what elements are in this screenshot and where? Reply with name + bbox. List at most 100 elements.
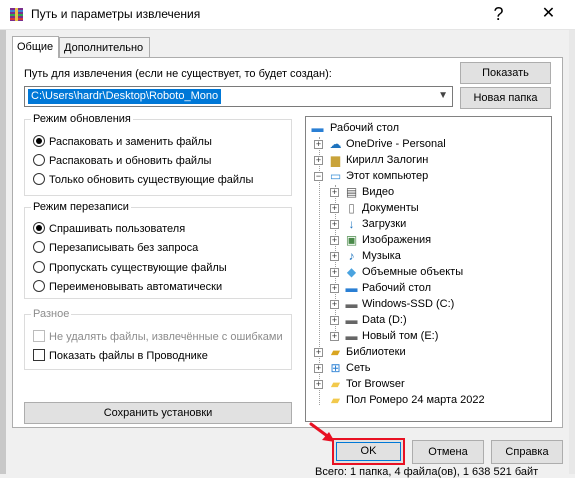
- tab-general[interactable]: Общие: [12, 36, 59, 58]
- expand-icon[interactable]: +: [314, 348, 323, 357]
- expand-icon[interactable]: +: [330, 204, 339, 213]
- tree-node-label: Новый том (E:): [362, 330, 439, 342]
- tree-node-pictures[interactable]: + ▣ Изображения: [330, 232, 550, 248]
- help-button[interactable]: Справка: [491, 440, 563, 464]
- ok-button-label: OK: [336, 442, 401, 461]
- tree-node-label: Этот компьютер: [346, 170, 429, 182]
- expand-icon[interactable]: +: [330, 284, 339, 293]
- expand-icon[interactable]: +: [330, 300, 339, 309]
- video-icon: ▤: [345, 185, 358, 199]
- checkbox[interactable]: [33, 330, 45, 342]
- expand-icon[interactable]: +: [330, 268, 339, 277]
- tree-node-onedrive[interactable]: + ☁ OneDrive - Personal: [314, 136, 550, 152]
- expand-icon[interactable]: +: [314, 364, 323, 373]
- chevron-down-icon[interactable]: ▼: [438, 90, 448, 101]
- ok-button[interactable]: OK: [332, 438, 405, 465]
- tree-node-label: Tor Browser: [346, 378, 405, 390]
- expand-icon[interactable]: +: [330, 236, 339, 245]
- tree-node-tor-browser[interactable]: + ▰ Tor Browser: [314, 376, 550, 392]
- show-button[interactable]: Показать: [460, 62, 551, 84]
- radio[interactable]: [33, 280, 45, 292]
- expand-icon[interactable]: +: [330, 220, 339, 229]
- tree-node-downloads[interactable]: + ↓ Загрузки: [330, 216, 550, 232]
- background-window-edge: [0, 30, 6, 474]
- update-option-replace[interactable]: Распаковать и заменить файлы: [33, 135, 212, 151]
- tree-node-drive-e[interactable]: + ▬ Новый том (E:): [330, 328, 550, 344]
- misc-title: Разное: [31, 308, 72, 320]
- overwrite-option-ask[interactable]: Спрашивать пользователя: [33, 222, 185, 238]
- tree-node-label: Рабочий стол: [330, 122, 400, 134]
- tab-advanced[interactable]: Дополнительно: [59, 37, 150, 58]
- tree-node-3d-objects[interactable]: + ◆ Объемные объекты: [330, 264, 550, 280]
- tree-node-drive-d[interactable]: + ▬ Data (D:): [330, 312, 550, 328]
- tree-node-label: OneDrive - Personal: [346, 138, 446, 150]
- checkbox[interactable]: [33, 349, 45, 361]
- radio[interactable]: [33, 173, 45, 185]
- show-in-explorer-option[interactable]: Показать файлы в Проводнике: [33, 349, 208, 365]
- overwrite-option-rename[interactable]: Переименовывать автоматически: [33, 280, 222, 296]
- expand-icon[interactable]: +: [314, 156, 323, 165]
- tree-node-label: Кирилл Залогин: [346, 154, 429, 166]
- expand-icon[interactable]: +: [330, 188, 339, 197]
- update-option-existing-only[interactable]: Только обновить существующие файлы: [33, 173, 253, 189]
- tree-node-paul-romero[interactable]: ▰ Пол Ромеро 24 марта 2022: [314, 392, 550, 408]
- tree-node-network[interactable]: + ⊞ Сеть: [314, 360, 550, 376]
- tree-node-drive-c[interactable]: + ▬ Windows-SSD (C:): [330, 296, 550, 312]
- tree-node-label: Изображения: [362, 234, 432, 246]
- option-label: Показать файлы в Проводнике: [49, 350, 208, 362]
- tree-node-documents[interactable]: + ▯ Документы: [330, 200, 550, 216]
- expand-icon[interactable]: +: [314, 380, 323, 389]
- user-icon: ▆: [330, 153, 341, 167]
- tree-node-label: Сеть: [346, 362, 371, 374]
- tree-node-pc-desktop[interactable]: + ▬ Рабочий стол: [330, 280, 550, 296]
- help-title-button[interactable]: ?: [476, 0, 521, 30]
- tree-node-this-pc[interactable]: − ▭ Этот компьютер: [314, 168, 550, 184]
- library-icon: ▰: [330, 345, 341, 359]
- expand-icon[interactable]: +: [330, 316, 339, 325]
- update-option-update[interactable]: Распаковать и обновить файлы: [33, 154, 211, 170]
- radio-selected[interactable]: [33, 135, 45, 147]
- save-settings-button[interactable]: Сохранить установки: [24, 402, 292, 424]
- tree-node-desktop[interactable]: ▬ Рабочий стол: [310, 120, 550, 136]
- folder-tree[interactable]: ▬ Рабочий стол + ☁ OneDrive - Personal +…: [305, 116, 552, 422]
- expand-icon[interactable]: +: [314, 140, 323, 149]
- status-bar-text: Всего: 1 папка, 4 файла(ов), 1 638 521 б…: [315, 466, 539, 478]
- extraction-path-value[interactable]: C:\Users\hardr\Desktop\Roboto_Mono: [28, 89, 222, 104]
- tree-node-music[interactable]: + ♪ Музыка: [330, 248, 550, 264]
- pictures-icon: ▣: [345, 233, 358, 247]
- overwrite-mode-group: Режим перезаписи Спрашивать пользователя…: [24, 201, 292, 299]
- radio-selected[interactable]: [33, 222, 45, 234]
- overwrite-option-skip[interactable]: Пропускать существующие файлы: [33, 261, 227, 277]
- cancel-button[interactable]: Отмена: [412, 440, 484, 464]
- winrar-icon: [10, 8, 23, 21]
- expand-icon[interactable]: +: [330, 252, 339, 261]
- radio[interactable]: [33, 241, 45, 253]
- tree-node-label: Объемные объекты: [362, 266, 464, 278]
- computer-icon: ▭: [329, 169, 342, 183]
- folder-icon: ▰: [330, 393, 341, 407]
- option-label: Спрашивать пользователя: [49, 223, 186, 235]
- network-icon: ⊞: [330, 361, 341, 375]
- close-button[interactable]: ✕: [526, 0, 571, 30]
- tree-node-user[interactable]: + ▆ Кирилл Залогин: [314, 152, 550, 168]
- radio[interactable]: [33, 154, 45, 166]
- extraction-path-combobox[interactable]: C:\Users\hardr\Desktop\Roboto_Mono ▼: [24, 86, 453, 107]
- keep-broken-files-option[interactable]: Не удалять файлы, извлечённые с ошибками: [33, 330, 283, 346]
- radio[interactable]: [33, 261, 45, 273]
- option-label: Перезаписывать без запроса: [49, 242, 199, 254]
- overwrite-option-no-prompt[interactable]: Перезаписывать без запроса: [33, 241, 198, 257]
- new-folder-button[interactable]: Новая папка: [460, 87, 551, 109]
- tree-node-label: Библиотеки: [346, 346, 406, 358]
- tree-node-label: Видео: [362, 186, 395, 198]
- tree-node-label: Музыка: [362, 250, 401, 262]
- tree-node-libraries[interactable]: + ▰ Библиотеки: [314, 344, 550, 360]
- drive-icon: ▬: [345, 329, 358, 343]
- window-title: Путь и параметры извлечения: [31, 7, 201, 21]
- update-mode-group: Режим обновления Распаковать и заменить …: [24, 113, 292, 196]
- collapse-icon[interactable]: −: [314, 172, 323, 181]
- option-label: Не удалять файлы, извлечённые с ошибками: [49, 331, 283, 343]
- expand-icon[interactable]: +: [330, 332, 339, 341]
- tree-node-videos[interactable]: + ▤ Видео: [330, 184, 550, 200]
- 3d-objects-icon: ◆: [346, 265, 357, 279]
- cloud-icon: ☁: [329, 137, 342, 151]
